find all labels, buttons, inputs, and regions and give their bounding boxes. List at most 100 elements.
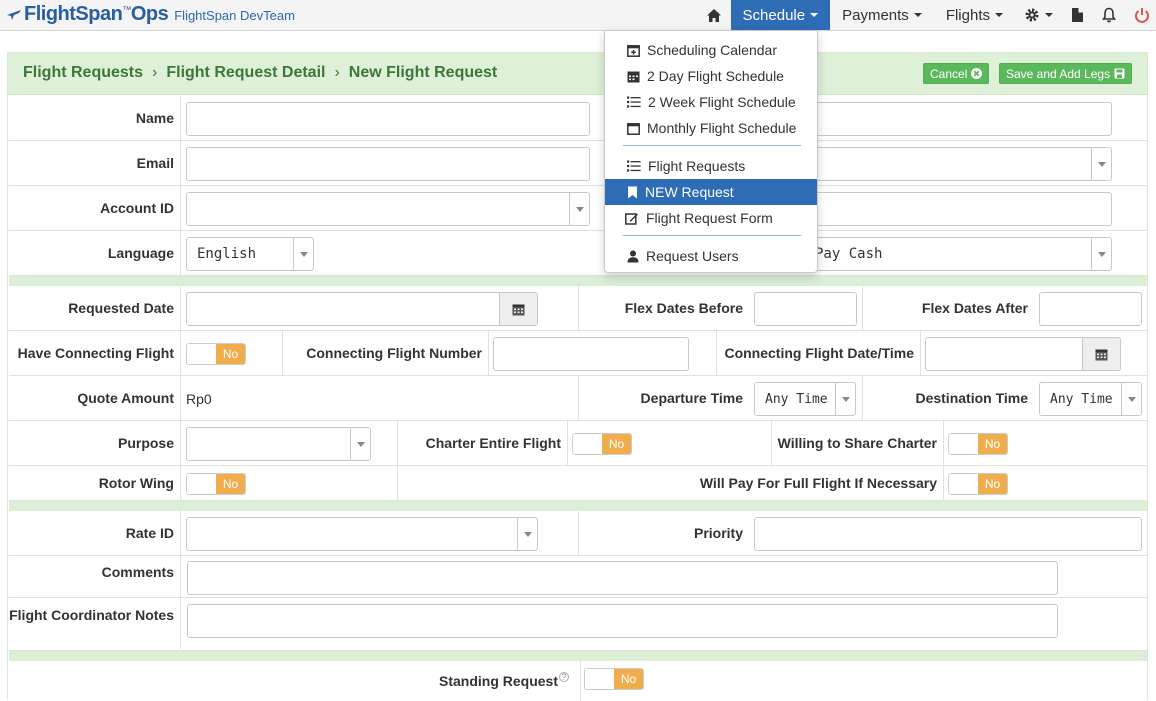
- language-select[interactable]: English: [186, 237, 314, 271]
- calendar-empty-icon: [627, 122, 640, 135]
- email-field[interactable]: [186, 147, 590, 181]
- menu-item-flight-requests[interactable]: Flight Requests: [605, 153, 817, 179]
- team-name: FlightSpan DevTeam: [174, 8, 295, 23]
- toggle-state: No: [216, 344, 245, 364]
- name-secondary-input[interactable]: [804, 102, 1112, 136]
- chevron-down-icon: [569, 193, 589, 225]
- menu-item-2-week-schedule[interactable]: 2 Week Flight Schedule: [605, 89, 817, 115]
- menu-item-label: NEW Request: [645, 184, 734, 200]
- list-icon: [627, 160, 641, 172]
- payment-method-value: Pay Cash: [815, 246, 883, 262]
- have-connecting-toggle[interactable]: No: [186, 343, 246, 365]
- rate-id-select[interactable]: [186, 517, 538, 551]
- menu-item-new-request[interactable]: NEW Request: [605, 179, 817, 205]
- flights-menu[interactable]: Flights: [934, 0, 1015, 30]
- flex-after-label: Flex Dates After: [921, 300, 1028, 316]
- standing-request-toggle[interactable]: No: [584, 668, 644, 690]
- chevron-down-icon: [517, 518, 537, 550]
- menu-divider: [623, 235, 801, 236]
- destination-time-value: Any Time: [1050, 391, 1113, 407]
- power-icon: [1135, 8, 1149, 23]
- will-pay-full-toggle[interactable]: No: [948, 473, 1008, 495]
- panel-heading: Flight Requests › Flight Request Detail › Ne…: [8, 53, 1147, 95]
- flex-before-input[interactable]: [754, 292, 857, 326]
- help-icon[interactable]: ?: [559, 672, 569, 682]
- departure-time-select[interactable]: Any Time: [754, 382, 856, 416]
- chevron-down-icon: [835, 383, 855, 415]
- row-account-id: Account ID: [9, 186, 1147, 231]
- connecting-number-label: Connecting Flight Number: [306, 345, 482, 361]
- account-secondary-input[interactable]: [804, 192, 1112, 226]
- coordinator-notes-label: Flight Coordinator Notes: [9, 607, 174, 623]
- save-button-label: Save and Add Legs: [1006, 66, 1111, 81]
- section-divider: [9, 276, 1147, 286]
- email-secondary-select[interactable]: [804, 147, 1112, 181]
- menu-item-monthly-schedule[interactable]: Monthly Flight Schedule: [605, 115, 817, 141]
- menu-item-label: Scheduling Calendar: [647, 42, 777, 58]
- menu-item-flight-request-form[interactable]: Flight Request Form: [605, 205, 817, 231]
- toggle-state: No: [602, 434, 631, 454]
- row-comments: Comments: [9, 556, 1147, 598]
- row-language: Language English Pay Cash: [9, 231, 1147, 276]
- rotor-wing-label: Rotor Wing: [98, 475, 174, 491]
- account-id-select[interactable]: [186, 192, 590, 226]
- toggle-state: No: [216, 474, 245, 494]
- user-icon: [627, 250, 639, 262]
- settings-menu[interactable]: [1015, 0, 1062, 30]
- chevron-down-icon: [293, 238, 313, 270]
- gear-icon: [1025, 8, 1039, 22]
- payments-menu-label: Payments: [842, 6, 909, 24]
- calendar-button[interactable]: [499, 293, 537, 325]
- notifications-button[interactable]: [1093, 0, 1125, 30]
- home-button[interactable]: [697, 0, 731, 30]
- schedule-menu[interactable]: Schedule: [730, 0, 831, 30]
- menu-item-2-day-schedule[interactable]: 2 Day Flight Schedule: [605, 63, 817, 89]
- section-divider: [9, 501, 1147, 511]
- charter-entire-toggle[interactable]: No: [572, 433, 632, 455]
- chevron-down-icon: [350, 428, 370, 460]
- departure-time-value: Any Time: [765, 391, 828, 407]
- connecting-datetime-input[interactable]: [925, 337, 1121, 371]
- payments-menu[interactable]: Payments: [830, 0, 934, 30]
- will-pay-full-label: Will Pay For Full Flight If Necessary: [699, 475, 937, 491]
- name-input[interactable]: [186, 102, 590, 136]
- row-coordinator-notes: Flight Coordinator Notes: [9, 598, 1147, 651]
- requested-date-input[interactable]: [186, 292, 538, 326]
- purpose-label: Purpose: [117, 435, 174, 451]
- breadcrumb-separator: ›: [334, 64, 340, 81]
- save-icon: [1114, 68, 1125, 79]
- chevron-down-icon: [1121, 383, 1141, 415]
- payment-method-select[interactable]: Pay Cash: [804, 237, 1112, 271]
- chevron-down-icon: [995, 13, 1003, 17]
- save-add-legs-button[interactable]: Save and Add Legs: [999, 63, 1133, 84]
- menu-item-scheduling-calendar[interactable]: Scheduling Calendar: [605, 37, 817, 63]
- destination-time-label: Destination Time: [915, 390, 1028, 406]
- priority-label: Priority: [693, 525, 743, 541]
- flex-after-input[interactable]: [1039, 292, 1142, 326]
- coordinator-notes-textarea[interactable]: [187, 604, 1058, 638]
- menu-item-label: 2 Week Flight Schedule: [648, 94, 796, 110]
- menu-item-label: Flight Requests: [648, 158, 746, 174]
- brand-logo: FlightSpan™Ops: [6, 3, 169, 26]
- menu-item-request-users[interactable]: Request Users: [605, 243, 817, 269]
- purpose-select[interactable]: [186, 427, 371, 461]
- documents-button[interactable]: [1062, 0, 1093, 30]
- connecting-number-input[interactable]: [493, 337, 689, 371]
- logout-button[interactable]: [1125, 0, 1156, 30]
- willing-share-toggle[interactable]: No: [948, 433, 1008, 455]
- menu-item-label: Flight Request Form: [646, 210, 773, 226]
- cancel-button[interactable]: Cancel: [923, 63, 990, 84]
- comments-textarea[interactable]: [187, 561, 1058, 595]
- rotor-wing-toggle[interactable]: No: [186, 473, 246, 495]
- calendar-button[interactable]: [1082, 338, 1120, 370]
- departure-time-label: Departure Time: [640, 390, 743, 406]
- breadcrumb-flight-request-detail[interactable]: Flight Request Detail: [166, 64, 325, 81]
- priority-input[interactable]: [754, 517, 1142, 551]
- brand[interactable]: FlightSpan™Ops FlightSpan DevTeam: [6, 3, 295, 26]
- schedule-menu-label: Schedule: [742, 6, 806, 24]
- brand-name: FlightSpan: [24, 3, 123, 25]
- destination-time-select[interactable]: Any Time: [1039, 382, 1142, 416]
- breadcrumb-flight-requests[interactable]: Flight Requests: [23, 64, 143, 81]
- toggle-state: No: [978, 474, 1007, 494]
- brand-ops: Ops: [130, 3, 169, 25]
